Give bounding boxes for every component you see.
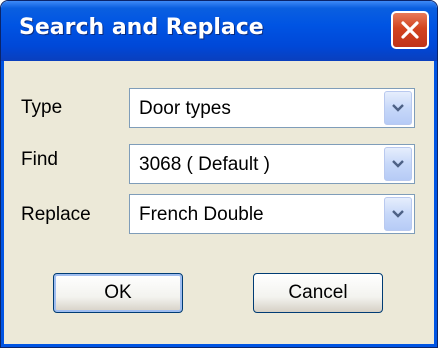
close-button[interactable] bbox=[391, 11, 429, 49]
find-dropdown[interactable]: 3068 ( Default ) bbox=[129, 144, 415, 184]
chevron-down-icon bbox=[392, 210, 404, 218]
ok-button[interactable]: OK bbox=[53, 273, 183, 313]
cancel-button[interactable]: Cancel bbox=[253, 273, 383, 313]
close-icon bbox=[401, 21, 419, 39]
replace-dropdown-value: French Double bbox=[139, 204, 264, 225]
type-label: Type bbox=[21, 97, 63, 118]
type-dropdown[interactable]: Door types bbox=[129, 88, 415, 128]
dialog-title: Search and Replace bbox=[19, 15, 264, 40]
find-dropdown-value: 3068 ( Default ) bbox=[139, 154, 270, 175]
type-dropdown-arrow[interactable] bbox=[384, 91, 412, 125]
replace-label: Replace bbox=[21, 204, 91, 225]
chevron-down-icon bbox=[392, 104, 404, 112]
find-label: Find bbox=[21, 149, 58, 170]
chevron-down-icon bbox=[392, 160, 404, 168]
title-bar[interactable]: Search and Replace bbox=[1, 1, 437, 61]
type-dropdown-value: Door types bbox=[139, 98, 231, 119]
find-dropdown-arrow[interactable] bbox=[384, 147, 412, 181]
replace-dropdown-arrow[interactable] bbox=[384, 197, 412, 231]
search-replace-dialog: Search and Replace Type Door types Find … bbox=[0, 0, 438, 348]
replace-dropdown[interactable]: French Double bbox=[129, 194, 415, 234]
